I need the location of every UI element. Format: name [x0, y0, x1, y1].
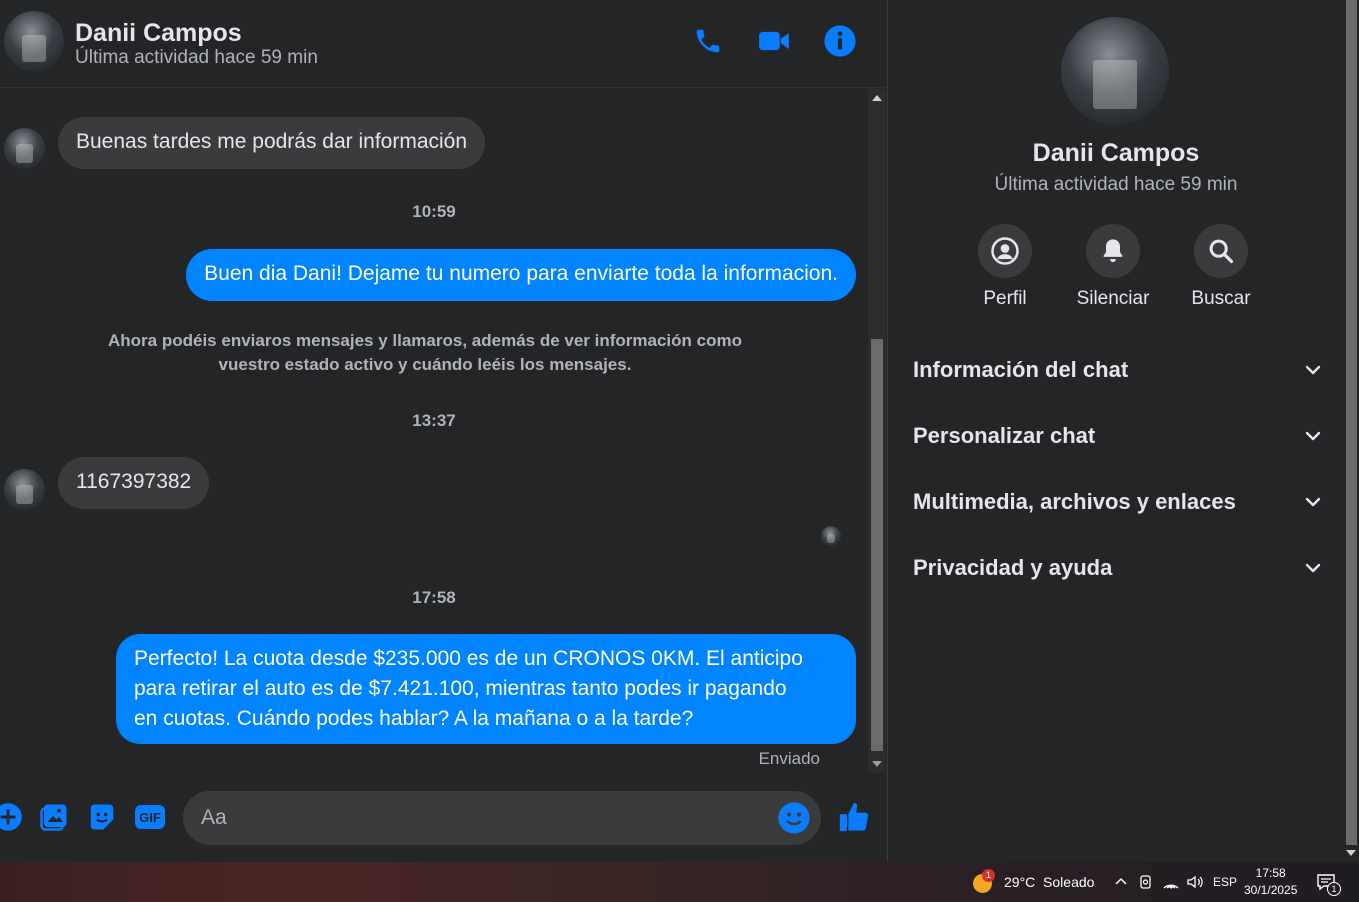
conversation-info-panel: Danii Campos Última actividad hace 59 mi… — [889, 0, 1343, 862]
search-icon — [1209, 239, 1234, 264]
sticker-icon — [90, 804, 114, 830]
attach-media-button[interactable] — [36, 799, 72, 835]
section-chat-info[interactable]: Información del chat — [913, 350, 1323, 390]
system-notice-line: Ahora podéis enviaros mensajes y llamaro… — [108, 331, 742, 350]
section-media-files-links[interactable]: Multimedia, archivos y enlaces — [913, 482, 1323, 522]
info-contact-status: Última actividad hace 59 min — [994, 174, 1238, 195]
clock-date: 30/1/2025 — [1244, 883, 1298, 897]
image-icon — [40, 804, 67, 831]
section-label: Multimedia, archivos y enlaces — [913, 489, 1236, 514]
message-scrollbar[interactable] — [868, 89, 886, 773]
meet-now-icon — [1140, 875, 1151, 889]
device-tray-icon[interactable] — [1138, 862, 1154, 902]
profile-action[interactable]: Perfil — [955, 224, 1055, 310]
network-tray-icon[interactable] — [1162, 862, 1180, 902]
bell-icon — [1103, 239, 1123, 263]
mute-action[interactable]: Silenciar — [1063, 224, 1163, 310]
section-label: Información del chat — [913, 357, 1129, 382]
timestamp: 10:59 — [412, 202, 456, 221]
incoming-message[interactable]: Buenas tardes me podrás dar información — [58, 117, 486, 169]
chevron-down-icon — [1305, 431, 1321, 441]
phone-icon — [696, 29, 720, 53]
outgoing-message[interactable]: Perfecto! La cuota desde $235.000 es de … — [116, 634, 856, 744]
message-line: Perfecto! La cuota desde $235.000 es de … — [134, 647, 803, 670]
more-actions-button[interactable] — [0, 799, 26, 835]
section-customize-chat[interactable]: Personalizar chat — [913, 416, 1323, 456]
info-contact-name: Danii Campos — [1032, 139, 1200, 167]
scroll-down-arrow-icon[interactable] — [872, 761, 882, 767]
search-action[interactable]: Buscar — [1171, 224, 1271, 310]
profile-action-label: Perfil — [983, 288, 1027, 309]
page-scroll-thumb[interactable] — [1346, 0, 1357, 845]
thumbs-up-icon — [839, 802, 869, 832]
chevron-up-icon — [1115, 877, 1127, 885]
search-action-label: Buscar — [1191, 288, 1251, 309]
conversation-info-button[interactable] — [821, 22, 859, 60]
like-button[interactable] — [836, 799, 872, 835]
chat-header: Danii Campos Última actividad hace 59 mi… — [0, 0, 888, 88]
clock-time: 17:58 — [1255, 866, 1286, 880]
windows-taskbar: 1 29°C Soleado ESP 17:58 30/1/2025 1 — [0, 862, 1359, 902]
message-input-wrapper[interactable] — [183, 791, 821, 845]
composer-bar: GIF — [0, 773, 888, 862]
system-notice: Ahora podéis enviaros mensajes y llamaro… — [90, 329, 760, 377]
clock[interactable]: 17:58 30/1/2025 — [1244, 862, 1297, 902]
info-icon — [824, 25, 856, 57]
chevron-down-icon — [1305, 365, 1321, 375]
smiley-icon — [778, 802, 810, 834]
emoji-button[interactable] — [777, 801, 811, 835]
timestamp: 17:58 — [412, 588, 456, 607]
profile-icon — [991, 237, 1019, 265]
incoming-message[interactable]: 1167397382 — [58, 457, 210, 509]
sender-avatar — [4, 128, 45, 169]
sender-avatar — [4, 469, 45, 510]
section-label: Privacidad y ayuda — [913, 555, 1113, 580]
scroll-up-arrow-icon[interactable] — [872, 95, 882, 101]
chevron-down-icon — [1305, 497, 1321, 507]
contact-profile-photo[interactable] — [1061, 17, 1169, 125]
voice-call-button[interactable] — [689, 22, 727, 60]
notifications-button[interactable]: 1 — [1316, 862, 1341, 902]
gif-label: GIF — [139, 809, 161, 825]
weather-text: 29°C Soleado — [1004, 874, 1095, 890]
show-hidden-icons-button[interactable] — [1114, 862, 1128, 902]
gif-button[interactable]: GIF — [132, 799, 168, 835]
page-scrollbar[interactable] — [1343, 0, 1359, 862]
chevron-down-icon — [1305, 563, 1321, 573]
contact-name[interactable]: Danii Campos — [75, 19, 242, 48]
weather-widget[interactable]: 1 29°C Soleado — [972, 862, 1094, 902]
timestamp: 13:37 — [412, 411, 456, 430]
outgoing-message[interactable]: Buen dia Dani! Dejame tu numero para env… — [186, 249, 856, 301]
messenger-window: Danii Campos Última actividad hace 59 mi… — [0, 0, 1359, 862]
scroll-thumb[interactable] — [871, 339, 883, 751]
profile-action-circle[interactable] — [978, 224, 1032, 278]
chat-column: Danii Campos Última actividad hace 59 mi… — [0, 0, 888, 862]
language-indicator[interactable]: ESP — [1213, 862, 1237, 902]
plus-circle-icon — [0, 803, 22, 831]
contact-avatar[interactable] — [4, 11, 64, 71]
video-call-button[interactable] — [755, 22, 793, 60]
seen-receipt-avatar — [821, 526, 841, 546]
search-action-circle[interactable] — [1194, 224, 1248, 278]
message-input[interactable] — [201, 791, 761, 845]
page-scroll-down-arrow-icon[interactable] — [1346, 850, 1356, 856]
notification-count: 1 — [1327, 882, 1341, 896]
volume-tray-icon[interactable] — [1186, 862, 1204, 902]
sent-status: Enviado — [758, 749, 820, 768]
speaker-icon — [1187, 875, 1203, 889]
mute-action-label: Silenciar — [1076, 288, 1150, 309]
system-notice-line: vuestro estado activo y cuándo leéis los… — [218, 355, 632, 374]
video-camera-icon — [759, 31, 789, 51]
mute-action-circle[interactable] — [1086, 224, 1140, 278]
message-list[interactable]: Buenas tardes me podrás dar información … — [0, 89, 868, 773]
contact-status: Última actividad hace 59 min — [75, 47, 318, 68]
sticker-button[interactable] — [84, 799, 120, 835]
sun-icon: 1 — [972, 869, 995, 893]
weather-badge: 1 — [982, 869, 995, 882]
section-privacy-help[interactable]: Privacidad y ayuda — [913, 548, 1323, 588]
message-line: para retirar el auto es de $7.421.100, m… — [134, 677, 787, 700]
wifi-icon — [1163, 884, 1179, 889]
message-line: en cuotas. Cuándo podes hablar? A la mañ… — [134, 707, 694, 730]
section-label: Personalizar chat — [913, 423, 1096, 448]
